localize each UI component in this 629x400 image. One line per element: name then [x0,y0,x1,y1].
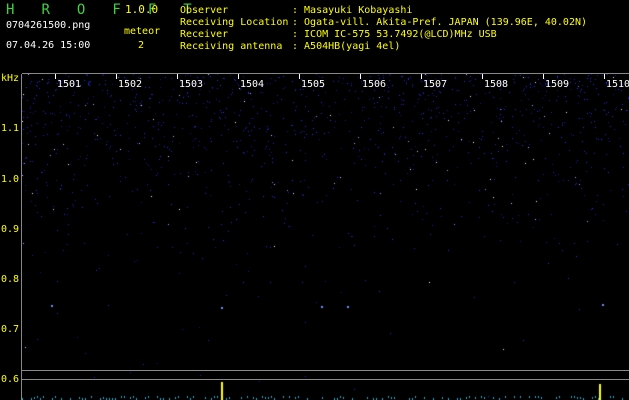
datetime: 07.04.26 15:00 [6,40,91,51]
y-tick-label-0-9: 0.9 [1,224,20,235]
info-label-observer: Observer [180,5,229,16]
guide-line-lower [22,379,629,380]
time-tick [604,74,605,79]
time-label: 1502 [118,79,143,90]
time-label: 1506 [362,79,387,90]
info-value-antenna: : A504HB(yagi 4el) [292,41,401,52]
y-tick-label-0-7: 0.7 [1,324,20,335]
spectrogram-canvas [22,74,629,400]
y-tick-label-1-1: 1.1 [1,123,20,134]
time-label: 1501 [57,79,82,90]
app-title: H R O F F T [6,2,202,18]
time-tick [55,74,56,79]
meteor-label: meteor [124,26,161,37]
y-tick-label-0-8: 0.8 [1,274,20,285]
time-label: 1504 [240,79,265,90]
meteor-count: 2 [138,40,145,51]
time-label: 1507 [423,79,448,90]
info-value-observer: : Masayuki Kobayashi [292,5,413,16]
time-tick [482,74,483,79]
info-value-location: : Ogata-vill. Akita-Pref. JAPAN (139.96E… [292,17,588,28]
info-label-antenna: Receiving antenna [180,41,283,52]
y-tick-label-0-6: 0.6 [1,374,20,385]
time-tick [543,74,544,79]
time-tick [116,74,117,79]
info-label-location: Receiving Location [180,17,289,28]
time-label: 1509 [545,79,570,90]
time-label: 1505 [301,79,326,90]
app-version: 1.0.0 [125,3,159,16]
info-label-receiver: Receiver [180,29,229,40]
info-value-receiver: : ICOM IC-575 53.7492(@LCD)MHz USB [292,29,497,40]
filename: 0704261500.png [6,20,91,31]
y-tick-label-1-0: 1.0 [1,174,20,185]
time-tick [238,74,239,79]
guide-line-upper [22,370,629,371]
time-label: 1503 [179,79,204,90]
time-label: 1508 [484,79,509,90]
time-tick [360,74,361,79]
y-axis-unit: kHz [1,73,20,84]
time-tick [299,74,300,79]
time-tick [177,74,178,79]
spectrogram-panel [22,74,629,400]
time-label: 1510 [606,79,629,90]
time-tick [421,74,422,79]
